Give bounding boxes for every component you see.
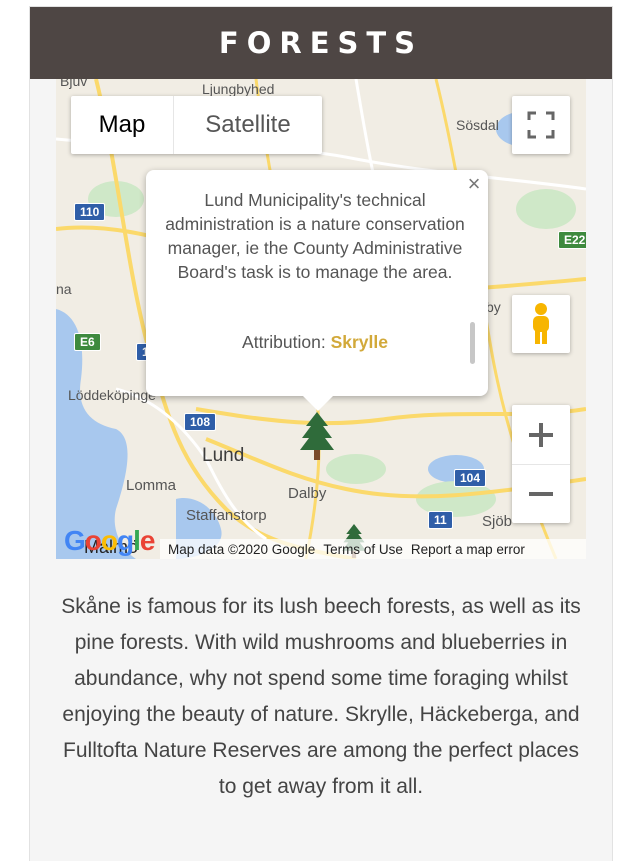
info-window-text: Lund Municipality's technical administra… — [165, 190, 465, 282]
road-shield-e22: E22 — [558, 231, 586, 249]
place-landskrona: na — [56, 281, 72, 297]
place-sosdala: Sösdal — [456, 117, 499, 133]
info-window: Lund Municipality's technical administra… — [146, 170, 488, 396]
place-ljungbyhed: Ljungbyhed — [202, 81, 275, 97]
place-eslov: by — [486, 299, 501, 315]
map-attribution-bar: Map data ©2020 Google Terms of Use Repor… — [160, 539, 586, 559]
street-view-pegman-button[interactable] — [512, 295, 570, 353]
info-window-scrollbar[interactable] — [470, 322, 475, 364]
report-map-error-link[interactable]: Report a map error — [411, 542, 525, 557]
place-lomma: Lomma — [126, 477, 177, 494]
map-view[interactable]: Bjuv Ljungbyhed Sösdal na by Löddeköping… — [56, 79, 586, 559]
attribution-line: Attribution: Skrylle — [162, 332, 468, 353]
place-dalby: Dalby — [288, 485, 327, 502]
zoom-control — [512, 405, 570, 523]
map-type-satellite-button[interactable]: Satellite — [174, 96, 322, 154]
minus-icon — [529, 491, 553, 496]
road-shield-110: 110 — [74, 203, 106, 221]
attribution-label: Attribution: — [242, 332, 326, 352]
road-shield-e6: E6 — [74, 333, 101, 351]
road-shield-11: 11 — [428, 511, 453, 529]
close-icon[interactable]: × — [464, 173, 484, 195]
tree-marker-icon[interactable] — [300, 412, 334, 460]
map-data-text: Map data ©2020 Google — [168, 541, 316, 557]
map-type-control: Map Satellite — [71, 96, 322, 154]
section-title: FORESTS — [30, 7, 612, 79]
road-shield-104: 104 — [454, 469, 487, 487]
place-sjobo: Sjöb — [482, 513, 513, 530]
zoom-out-button[interactable] — [512, 465, 570, 523]
place-lund: Lund — [202, 445, 245, 466]
forests-description: Skåne is famous for its lush beech fores… — [61, 595, 581, 798]
plus-icon — [529, 422, 553, 447]
road-shield-108: 108 — [184, 413, 217, 431]
fullscreen-icon — [527, 111, 555, 139]
fullscreen-button[interactable] — [512, 96, 570, 154]
map-type-map-button[interactable]: Map — [71, 96, 174, 154]
terms-of-use-link[interactable]: Terms of Use — [323, 542, 403, 557]
place-loddekopinge: Löddeköpinge — [68, 387, 156, 403]
place-bjuv: Bjuv — [60, 79, 88, 89]
pegman-icon — [533, 303, 549, 344]
zoom-in-button[interactable] — [512, 406, 570, 465]
attribution-link[interactable]: Skrylle — [331, 332, 388, 352]
google-logo[interactable]: Google — [64, 525, 155, 557]
place-staffanstorp: Staffanstorp — [186, 507, 267, 524]
forests-card: FORESTS Bjuv Ljungbyhed Sösdal na by Löd… — [29, 6, 613, 861]
info-window-tail — [302, 395, 334, 411]
